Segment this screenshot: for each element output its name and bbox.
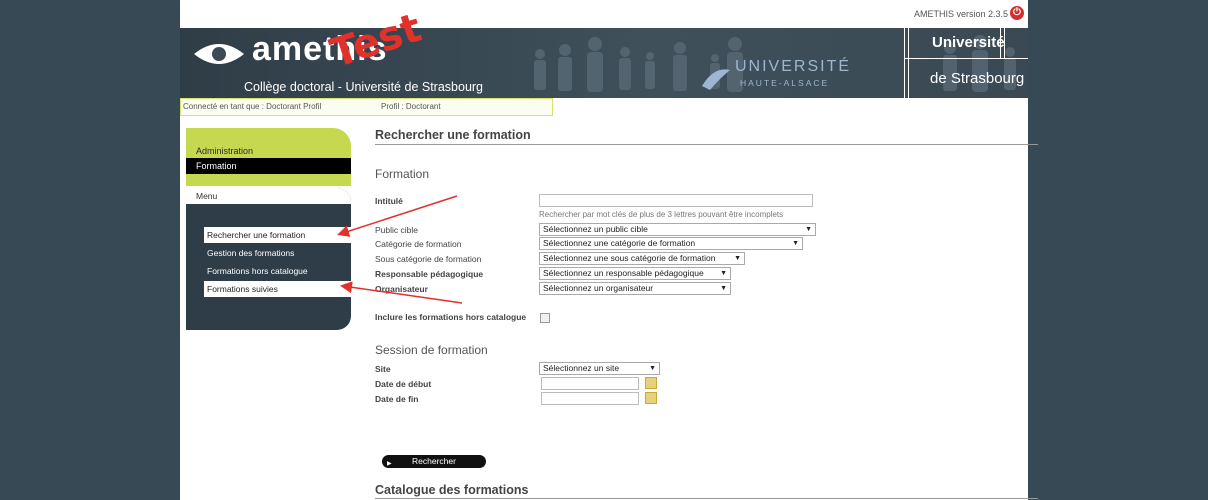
- unistra-frame-line: [908, 28, 909, 98]
- categorie-select[interactable]: Sélectionnez une catégorie de formation ▼: [539, 237, 803, 250]
- catalogue-divider: [375, 498, 1038, 499]
- unistra-frame-line: [904, 58, 1028, 59]
- date-fin-input[interactable]: [541, 392, 639, 405]
- chevron-down-icon: ▼: [720, 270, 727, 277]
- left-background: [0, 0, 180, 500]
- responsable-label: Responsable pédagogique: [375, 269, 484, 279]
- responsable-select[interactable]: Sélectionnez un responsable pédagogique ▼: [539, 267, 731, 280]
- right-background: [1028, 0, 1208, 500]
- sous-categorie-value: Sélectionnez une sous catégorie de forma…: [543, 253, 716, 263]
- date-debut-input[interactable]: [541, 377, 639, 390]
- hors-catalogue-checkbox[interactable]: [540, 313, 550, 323]
- site-value: Sélectionnez un site: [543, 363, 620, 373]
- connection-info-bar: Connecté en tant que : Doctorant Profil …: [180, 98, 553, 116]
- title-divider: [375, 144, 1038, 145]
- menu-item-gestion-formations[interactable]: Gestion des formations: [204, 245, 351, 261]
- chevron-down-icon: ▼: [720, 285, 727, 292]
- nav-green-panel: [186, 128, 351, 186]
- organisateur-select[interactable]: Sélectionnez un organisateur ▼: [539, 282, 731, 295]
- unistra-frame-line: [904, 28, 905, 98]
- menu-item-formations-hors-catalogue[interactable]: Formations hors catalogue: [204, 263, 351, 279]
- categorie-label: Catégorie de formation: [375, 239, 462, 249]
- site-select[interactable]: Sélectionnez un site ▼: [539, 362, 660, 375]
- sous-categorie-select[interactable]: Sélectionnez une sous catégorie de forma…: [539, 252, 745, 265]
- hors-catalogue-label: Inclure les formations hors catalogue: [375, 312, 527, 322]
- nav-formation-link[interactable]: Formation: [186, 158, 351, 174]
- unistra-logo-line1: Université: [932, 34, 1005, 51]
- banner-top-strip: [180, 0, 1028, 28]
- public-cible-select[interactable]: Sélectionnez un public cible ▼: [539, 223, 816, 236]
- intitule-input[interactable]: [539, 194, 813, 207]
- public-cible-value: Sélectionnez un public cible: [543, 224, 648, 234]
- chevron-down-icon: ▼: [649, 365, 656, 372]
- profile-text: Profil : Doctorant: [381, 102, 441, 111]
- college-doctoral-title: Collège doctoral - Université de Strasbo…: [244, 80, 484, 94]
- search-button-label: Rechercher: [412, 456, 456, 466]
- uha-logo-line1: UNIVERSITÉ: [735, 58, 852, 75]
- chevron-down-icon: ▼: [792, 240, 799, 247]
- categorie-value: Sélectionnez une catégorie de formation: [543, 238, 696, 248]
- section-session-heading: Session de formation: [375, 343, 488, 357]
- chevron-down-icon: ▼: [805, 226, 812, 233]
- date-fin-label: Date de fin: [375, 394, 419, 404]
- page-title: Rechercher une formation: [375, 128, 531, 142]
- site-label: Site: [375, 364, 391, 374]
- unistra-logo-line2: de Strasbourg: [930, 70, 1025, 87]
- eye-logo-icon: [194, 44, 244, 64]
- intitule-label: Intitulé: [375, 196, 403, 206]
- menu-item-rechercher-formation[interactable]: Rechercher une formation: [204, 227, 351, 243]
- public-cible-label: Public cible: [375, 225, 418, 235]
- menu-item-formations-suivies[interactable]: Formations suivies: [204, 281, 351, 297]
- calendar-icon[interactable]: [645, 392, 657, 404]
- play-bullet-icon: ▶: [387, 461, 392, 467]
- search-button[interactable]: ▶ Rechercher: [382, 455, 486, 468]
- connected-as-text: Connecté en tant que : Doctorant Profil: [183, 102, 322, 111]
- date-debut-label: Date de début: [375, 379, 432, 389]
- calendar-icon[interactable]: [645, 377, 657, 389]
- chevron-down-icon: ▼: [734, 255, 741, 262]
- page-container: AMETHIS version 2.3.5 ⏻ amethis Test Col…: [180, 0, 1038, 500]
- intitule-hint: Rechercher par mot clés de plus de 3 let…: [539, 210, 784, 219]
- nav-administration-link[interactable]: Administration: [196, 146, 253, 156]
- section-formation-heading: Formation: [375, 167, 430, 181]
- power-logout-icon[interactable]: ⏻: [1010, 6, 1024, 20]
- sous-categorie-label: Sous catégorie de formation: [375, 254, 482, 264]
- catalogue-title: Catalogue des formations: [375, 483, 529, 497]
- left-navigation: Administration Formation Menu Rechercher…: [186, 128, 351, 330]
- app-version: AMETHIS version 2.3.5: [913, 9, 1008, 19]
- responsable-value: Sélectionnez un responsable pédagogique: [543, 268, 704, 278]
- header-banner: AMETHIS version 2.3.5 ⏻ amethis Test Col…: [180, 0, 1028, 98]
- organisateur-value: Sélectionnez un organisateur: [543, 283, 654, 293]
- nav-menu-heading: Menu: [186, 188, 351, 206]
- uha-logo-line2: HAUTE-ALSACE: [740, 78, 830, 88]
- organisateur-label: Organisateur: [375, 284, 428, 294]
